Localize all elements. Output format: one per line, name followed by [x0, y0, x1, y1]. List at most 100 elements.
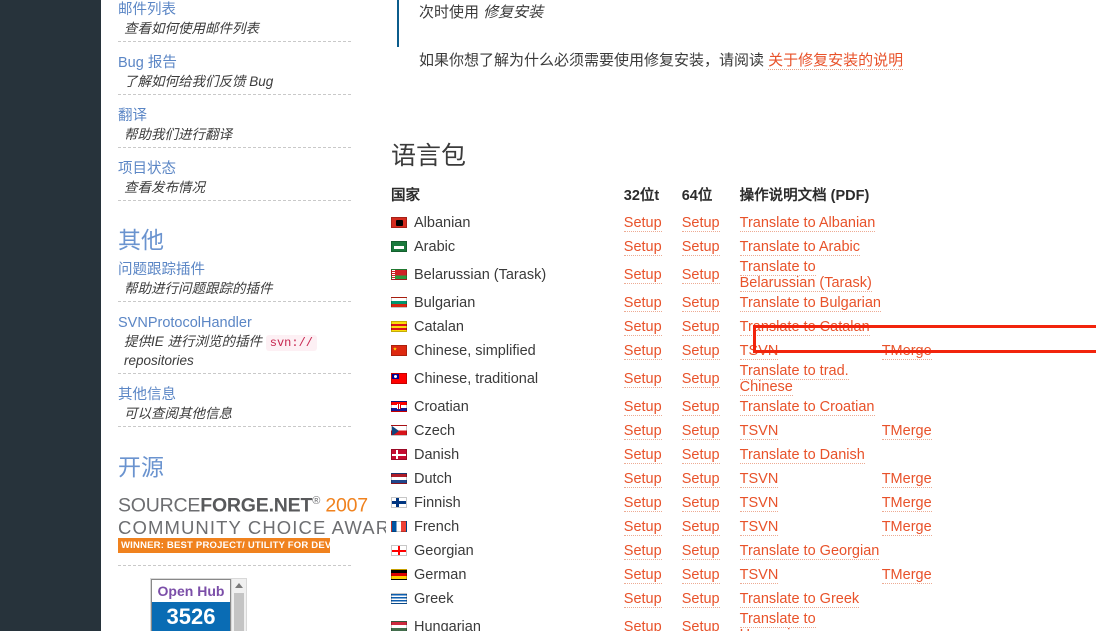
setup-32bit-link[interactable]: Setup [623, 591, 662, 608]
doc-link-cell-2 [882, 259, 991, 291]
sidebar-entry[interactable]: 问题跟踪插件 帮助进行问题跟踪的插件 [118, 260, 351, 302]
setup-64bit-link[interactable]: Setup [681, 591, 720, 608]
sidebar-description: 可以查阅其他信息 [118, 405, 351, 427]
setup-64bit-link[interactable]: Setup [681, 423, 720, 440]
setup-64bit-link[interactable]: Setup [681, 239, 720, 256]
doc-link-primary[interactable]: Translate to Hungarian [739, 611, 816, 631]
doc-link-cell-1: TSVN [739, 491, 882, 515]
doc-link-primary[interactable]: Translate to Arabic [739, 239, 860, 256]
setup-64bit-link[interactable]: Setup [681, 267, 720, 284]
doc-link-cell-2: TMerge [881, 339, 991, 363]
setup-32bit-link[interactable]: Setup [623, 567, 662, 584]
doc-link-secondary[interactable]: TMerge [881, 519, 932, 536]
setup-32bit-link[interactable]: Setup [623, 471, 662, 488]
doc-link-primary[interactable]: Translate to Bulgarian [739, 295, 881, 312]
setup-64bit-link[interactable]: Setup [681, 567, 720, 584]
sidebar-divider [118, 564, 351, 566]
doc-link-secondary[interactable]: TMerge [881, 471, 932, 488]
doc-link-cell-1: Translate to Belarussian (Tarask) [739, 259, 882, 292]
sidebar-desc-text: 提供IE 进行浏览的插件 [124, 334, 266, 349]
setup-32bit-link[interactable]: Setup [623, 423, 662, 440]
sidebar-entry[interactable]: SVNProtocolHandler 提供IE 进行浏览的插件 svn:// r… [118, 313, 351, 374]
doc-link-primary[interactable]: Translate to Danish [739, 447, 865, 464]
setup-32bit-link[interactable]: Setup [623, 495, 662, 512]
doc-link-primary[interactable]: Translate to Albanian [739, 215, 876, 232]
setup-64bit-link[interactable]: Setup [681, 447, 720, 464]
doc-link-cell-2: TMerge [881, 515, 991, 539]
setup-64bit-link[interactable]: Setup [681, 371, 720, 388]
doc-link-primary[interactable]: Translate to Belarussian (Tarask) [739, 259, 872, 292]
doc-link-primary[interactable]: Translate to Croatian [739, 399, 875, 416]
sidebar-entry[interactable]: 邮件列表 查看如何使用邮件列表 [118, 0, 351, 42]
language-packs-heading: 语言包 [391, 142, 467, 170]
doc-link-primary[interactable]: Translate to Greek [739, 591, 860, 608]
language-name-cell: German [391, 563, 624, 587]
setup-32bit-link[interactable]: Setup [623, 519, 662, 536]
column-header-docs: 操作说明文档 (PDF) [739, 188, 870, 204]
setup-64bit-link[interactable]: Setup [681, 319, 720, 336]
setup-64bit-link[interactable]: Setup [681, 543, 720, 560]
setup-32bit-link[interactable]: Setup [623, 543, 662, 560]
setup-64bit-cell: Setup [681, 291, 740, 315]
setup-32bit-link[interactable]: Setup [623, 399, 662, 416]
repair-install-doc-link[interactable]: 关于修复安装的说明 [768, 52, 904, 70]
setup-32bit-link[interactable]: Setup [623, 371, 662, 388]
sidebar-link[interactable]: 问题跟踪插件 [118, 260, 351, 280]
sidebar-desc-text: 帮助进行问题跟踪的插件 [124, 281, 273, 296]
doc-link-secondary[interactable]: TMerge [881, 423, 932, 440]
column-header-32bit: 32位t [623, 188, 660, 204]
sidebar-link[interactable]: 翻译 [118, 106, 351, 126]
setup-32bit-link[interactable]: Setup [623, 239, 662, 256]
setup-64bit-link[interactable]: Setup [681, 343, 720, 360]
doc-link-secondary[interactable]: TMerge [881, 567, 932, 584]
doc-link-primary[interactable]: TSVN [739, 343, 779, 360]
sidebar-link[interactable]: 其他信息 [118, 385, 351, 405]
setup-32bit-link[interactable]: Setup [623, 267, 662, 284]
sidebar-link[interactable]: SVNProtocolHandler [118, 313, 351, 333]
setup-32bit-link[interactable]: Setup [623, 343, 662, 360]
doc-link-secondary[interactable]: TMerge [881, 343, 932, 360]
setup-32bit-link[interactable]: Setup [623, 215, 662, 232]
doc-link-primary[interactable]: TSVN [739, 519, 779, 536]
doc-link-cell-1: Translate to Hungarian [739, 611, 882, 631]
setup-64bit-link[interactable]: Setup [681, 495, 720, 512]
sidebar-desc-text: 帮助我们进行翻译 [124, 127, 232, 142]
setup-32bit-cell: Setup [623, 291, 682, 315]
scroll-up-arrow-icon[interactable] [235, 582, 243, 588]
doc-link-primary[interactable]: TSVN [739, 423, 779, 440]
sidebar-link[interactable]: 项目状态 [118, 159, 351, 179]
setup-32bit-link[interactable]: Setup [623, 295, 662, 312]
doc-link-primary[interactable]: TSVN [739, 495, 779, 512]
sidebar-link[interactable]: Bug 报告 [118, 53, 351, 73]
setup-32bit-cell: Setup [623, 235, 682, 259]
doc-link-primary[interactable]: Translate to Catalan [739, 319, 870, 336]
setup-64bit-link[interactable]: Setup [681, 295, 720, 312]
doc-link-primary[interactable]: TSVN [739, 567, 779, 584]
sidebar-entry[interactable]: 其他信息 可以查阅其他信息 [118, 385, 351, 427]
flag-icon-czech [391, 424, 407, 436]
setup-64bit-link[interactable]: Setup [681, 471, 720, 488]
setup-64bit-link[interactable]: Setup [681, 399, 720, 416]
setup-32bit-cell: Setup [623, 211, 682, 235]
sidebar-entry[interactable]: 项目状态 查看发布情况 [118, 159, 351, 201]
vertical-scroll-thumb[interactable] [234, 592, 244, 631]
doc-link-primary[interactable]: Translate to trad. Chinese [739, 363, 849, 396]
setup-64bit-link[interactable]: Setup [681, 519, 720, 536]
setup-32bit-link[interactable]: Setup [623, 447, 662, 464]
setup-64bit-link[interactable]: Setup [681, 619, 720, 631]
sidebar-entry[interactable]: 翻译 帮助我们进行翻译 [118, 106, 351, 148]
sidebar-link[interactable]: 邮件列表 [118, 0, 351, 20]
openhub-vertical-scrollbar[interactable] [231, 578, 246, 631]
doc-link-cell-2 [882, 443, 991, 467]
setup-32bit-link[interactable]: Setup [623, 319, 662, 336]
doc-link-secondary[interactable]: TMerge [881, 495, 932, 512]
setup-64bit-cell: Setup [681, 515, 740, 539]
sidebar-description: 了解如何给我们反馈 Bug [118, 73, 351, 95]
setup-32bit-link[interactable]: Setup [623, 619, 662, 631]
openhub-widget[interactable]: Open Hub 3526 USERS I USE IT [150, 577, 247, 631]
doc-link-primary[interactable]: TSVN [739, 471, 779, 488]
setup-64bit-link[interactable]: Setup [681, 215, 720, 232]
sidebar-entry[interactable]: Bug 报告 了解如何给我们反馈 Bug [118, 53, 351, 95]
setup-32bit-cell: Setup [623, 395, 682, 419]
doc-link-primary[interactable]: Translate to Georgian [739, 543, 880, 560]
